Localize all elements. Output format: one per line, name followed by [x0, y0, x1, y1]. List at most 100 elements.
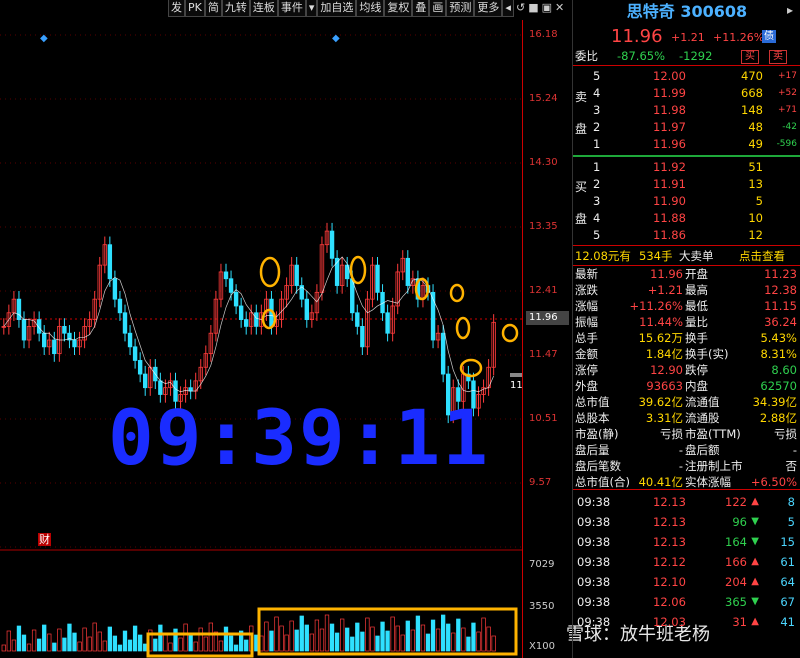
sell-order-row: 2 11.97 48 -42	[573, 119, 800, 135]
volume-bar	[309, 633, 314, 652]
toolbar-button-1[interactable]: PK	[185, 0, 205, 17]
toolbar-button-3[interactable]: 九转	[221, 0, 250, 17]
volume-bar	[244, 639, 249, 652]
volume-bar	[345, 627, 350, 652]
volume-bar	[6, 630, 12, 652]
stat-label: 实体涨幅	[685, 475, 731, 489]
volume-bar	[380, 621, 385, 652]
arrow-down-icon: ▼	[751, 596, 759, 607]
minimize-icon[interactable]: ■	[528, 2, 538, 14]
volume-bar	[127, 639, 133, 652]
price-axis-label: 10.51	[529, 413, 558, 424]
volume-bar	[188, 632, 193, 652]
tick-volume: 31	[732, 615, 747, 629]
toolbar-button-6[interactable]: ▾	[305, 0, 318, 17]
volume-bar	[334, 632, 340, 652]
toolbar-button-13[interactable]: 更多	[474, 0, 503, 17]
stat-value: 5.43%	[760, 331, 797, 345]
tick-price: 12.12	[653, 555, 686, 569]
volume-bar	[446, 623, 451, 652]
volume-bar	[294, 629, 299, 652]
refresh-icon[interactable]: ↺	[516, 2, 525, 14]
candle-body	[21, 319, 27, 341]
volume-axis-label: 3550	[529, 601, 555, 612]
stat-label: 量比	[685, 315, 708, 329]
volume-bar	[52, 642, 57, 652]
toolbar-button-11[interactable]: 画	[429, 0, 447, 17]
stats-row: 涨幅 +11.26% 最低 11.15	[573, 298, 800, 314]
order-price: 11.86	[653, 228, 686, 242]
toolbar-button-7[interactable]: 加自选	[317, 0, 357, 17]
price-axis: 16.18 15.24 14.30 13.35 12.41 11.47 10.51 9.57 7…	[522, 20, 573, 658]
buy-order-row: 2 11.91 13	[573, 176, 800, 192]
order-level: 2	[593, 120, 601, 134]
volume-bar	[319, 628, 325, 652]
tick-price: 12.03	[653, 615, 686, 629]
toolbar-button-4[interactable]: 连板	[249, 0, 278, 17]
volume-bar	[481, 617, 486, 652]
price-axis-label: 12.41	[529, 285, 558, 296]
tick-volume: 164	[725, 535, 747, 549]
volume-bar	[410, 629, 415, 652]
stats-row: 外盘 93663 内盘 62570	[573, 378, 800, 394]
stats-row: 振幅 11.44% 量比 36.24	[573, 314, 800, 330]
volume-bar	[471, 622, 476, 652]
volume-bar	[405, 620, 410, 652]
toolbar-button-12[interactable]: 预测	[446, 0, 475, 17]
sell-button[interactable]: 卖	[769, 50, 787, 64]
toolbar-button-8[interactable]: 均线	[356, 0, 385, 17]
volume-bar	[375, 635, 380, 652]
order-volume: 48	[748, 120, 763, 134]
volume-bar	[138, 634, 143, 652]
volume-bar	[153, 638, 158, 652]
toolbar-button-2[interactable]: 简	[204, 0, 222, 17]
order-volume: 49	[748, 137, 763, 151]
stat-label: 跌停	[685, 363, 708, 377]
tick-row: 09:38 12.12 166 ▲ 61	[573, 552, 800, 572]
big-order-link[interactable]: 点击查看	[739, 248, 785, 264]
stats-row: 金额 1.84亿 换手(实) 8.31%	[573, 346, 800, 362]
volume-bar	[461, 627, 466, 652]
close-icon[interactable]: ✕	[555, 2, 564, 14]
volume-bar	[435, 628, 441, 652]
bond-tag[interactable]: 债	[762, 30, 776, 43]
volume-bar	[274, 616, 279, 652]
stats-row: 总股本 3.31亿 流通股 2.88亿	[573, 410, 800, 426]
stat-label: 内盘	[685, 379, 708, 393]
tick-time: 09:38	[577, 535, 611, 549]
kline-chart[interactable]: ◆ ◆ 11.	[0, 0, 522, 658]
volume-bar	[233, 644, 239, 652]
toolbar-button-14[interactable]: ◂	[502, 0, 514, 17]
price-axis-label: 15.24	[529, 93, 558, 104]
toolbar-button-0[interactable]: 发	[168, 0, 185, 17]
kline-chart-area[interactable]: ◆ ◆ 11. 发PK简九转连板事件▾加自选均线复权叠画预测更多◂ ↺■ ▣✕ 16.…	[0, 0, 710, 658]
tick-time: 09:38	[577, 615, 611, 629]
volume-bar	[173, 628, 178, 652]
financial-report-badge[interactable]: 财	[38, 533, 51, 546]
volume-bar	[158, 624, 163, 652]
order-price: 11.98	[653, 103, 686, 117]
expand-arrow-icon[interactable]: ▸	[787, 3, 793, 17]
stats-row: 盘后量 - 盘后额 -	[573, 442, 800, 458]
volume-bar	[62, 637, 67, 652]
volume-bar	[486, 626, 491, 652]
stat-value: 15.62万	[638, 331, 683, 345]
order-price: 11.99	[653, 86, 686, 100]
stat-value: 40.41亿	[638, 475, 683, 489]
arrow-up-icon: ▲	[751, 576, 759, 587]
last-price-marker	[510, 373, 522, 377]
price-change-pct: +11.26%	[713, 31, 765, 44]
toolbar-button-9[interactable]: 复权	[384, 0, 413, 17]
stat-label: 换手	[685, 331, 708, 345]
volume-bar	[112, 635, 118, 652]
maximize-icon[interactable]: ▣	[542, 2, 552, 14]
volume-bar	[102, 640, 107, 652]
big-order-row[interactable]: 12.08元有 534手 大卖单 点击查看	[573, 248, 800, 264]
volume-bar	[132, 625, 138, 652]
buy-button[interactable]: 买	[741, 50, 759, 64]
stat-label: 总手	[575, 331, 598, 345]
arrow-down-icon: ▼	[751, 536, 759, 547]
toolbar-button-10[interactable]: 叠	[412, 0, 430, 17]
toolbar-button-5[interactable]: 事件	[277, 0, 306, 17]
candle-body	[16, 298, 22, 320]
